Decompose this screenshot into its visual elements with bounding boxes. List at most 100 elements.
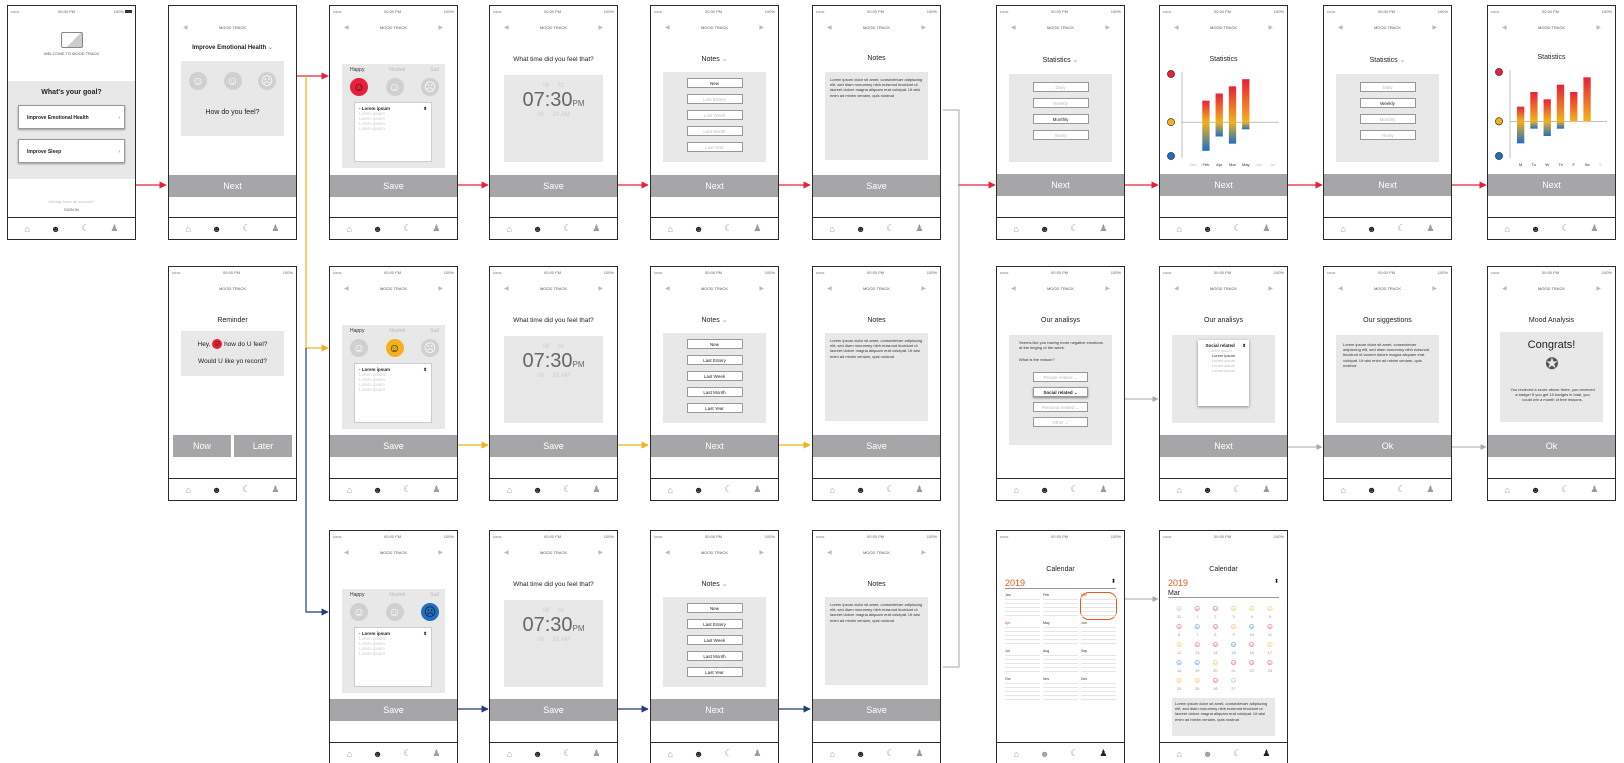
bar-positive[interactable] [1530, 92, 1538, 122]
smiley-icon[interactable]: ☻ [1203, 224, 1212, 234]
notes-last-week-button[interactable]: Last Week [686, 635, 743, 645]
calendar-day[interactable]: ☺ 20 [1206, 659, 1224, 675]
home-icon[interactable]: ⌂ [1504, 485, 1509, 495]
notes-new-button[interactable]: New [686, 78, 743, 88]
smiley-icon[interactable]: ☻ [373, 224, 382, 234]
moon-icon[interactable]: ☾ [242, 484, 250, 495]
bar-positive[interactable] [1228, 86, 1237, 123]
notes-dropdown[interactable]: Notes ⌄ [651, 580, 778, 588]
home-icon[interactable]: ⌂ [1176, 485, 1181, 495]
calendar-day[interactable]: ☺ 24 [1170, 677, 1188, 693]
moon-icon[interactable]: ☾ [563, 223, 571, 234]
smiley-icon[interactable]: ☻ [1367, 224, 1376, 234]
month-feb[interactable]: Feb [1043, 593, 1078, 619]
user-icon[interactable]: ♟ [1262, 748, 1270, 759]
smiley-icon[interactable]: ☻ [212, 485, 221, 495]
home-icon[interactable]: ⌂ [1013, 224, 1018, 234]
home-icon[interactable]: ⌂ [829, 224, 834, 234]
smiley-icon[interactable]: ☻ [694, 224, 703, 234]
bar-negative[interactable] [1530, 121, 1538, 129]
smiley-icon[interactable]: ☻ [1367, 485, 1376, 495]
moon-icon[interactable]: ☾ [724, 223, 732, 234]
save-button[interactable]: Save [490, 699, 617, 721]
smiley-icon[interactable]: ☻ [856, 224, 865, 234]
notes-last-entry-button[interactable]: Last Entery [686, 94, 743, 104]
moon-icon[interactable]: ☾ [403, 484, 411, 495]
stats-monthly-button[interactable]: Monthly [1359, 114, 1416, 124]
smiley-icon[interactable]: ☻ [694, 749, 703, 759]
user-icon[interactable]: ♟ [592, 484, 600, 495]
next-button[interactable]: Next [651, 175, 778, 197]
reason-people-option[interactable]: People related ⌄ [1033, 372, 1088, 382]
sad-face-icon[interactable]: ☹ [421, 339, 439, 357]
moon-icon[interactable]: ☾ [1233, 748, 1241, 759]
moon-icon[interactable]: ☾ [1561, 223, 1569, 234]
smiley-icon[interactable]: ☻ [212, 224, 221, 234]
moon-icon[interactable]: ☾ [1070, 748, 1078, 759]
calendar-day[interactable]: ☺ 12 [1170, 641, 1188, 657]
year-selector[interactable]: 2019 ⬍ [1168, 578, 1279, 588]
home-icon[interactable]: ⌂ [185, 224, 190, 234]
notes-last-month-button[interactable]: Last Month [686, 387, 743, 397]
save-button[interactable]: Save [490, 175, 617, 197]
calendar-day[interactable]: ☺ 14 [1206, 641, 1224, 657]
neutral-face-icon[interactable]: ☺ [385, 339, 404, 357]
calendar-day[interactable]: ☺ 31 [1170, 605, 1188, 621]
month-aug[interactable]: Aug [1043, 649, 1078, 675]
goal-dropdown[interactable]: Improve Emotional Health ⌄ [169, 44, 296, 51]
notes-dropdown[interactable]: Notes ⌄ [651, 55, 778, 63]
bar-positive[interactable] [1215, 93, 1223, 123]
home-icon[interactable]: ⌂ [346, 485, 351, 495]
save-button[interactable]: Save [330, 699, 457, 721]
next-button[interactable]: Next [1160, 174, 1287, 196]
home-icon[interactable]: ⌂ [1504, 224, 1509, 234]
smiley-icon[interactable]: ☻ [533, 749, 542, 759]
user-icon[interactable]: ♟ [753, 484, 761, 495]
reason-social-option[interactable]: Social related ⌄ [1033, 387, 1088, 397]
user-icon[interactable]: ♟ [753, 223, 761, 234]
moon-icon[interactable]: ☾ [886, 484, 894, 495]
goal-emotional-button[interactable]: Improve Emotional Health › [18, 105, 125, 129]
calendar-day[interactable]: ☺ 6 [1170, 623, 1188, 639]
calendar-day[interactable]: ☺ 1 [1188, 605, 1206, 621]
moon-icon[interactable]: ☾ [886, 223, 894, 234]
moon-icon[interactable]: ☾ [403, 748, 411, 759]
notes-new-button[interactable]: New [686, 603, 743, 613]
smiley-icon[interactable]: ☻ [51, 224, 60, 234]
user-icon[interactable]: ♟ [1099, 484, 1107, 495]
goal-sleep-button[interactable]: Improve Sleep › [18, 139, 125, 163]
user-icon[interactable]: ♟ [915, 484, 923, 495]
calendar-day[interactable]: ☺ 3 [1224, 605, 1242, 621]
notes-last-entry-button[interactable]: Last Entery [686, 355, 743, 365]
notes-last-year-button[interactable]: Last Year [686, 667, 743, 677]
moon-icon[interactable]: ☾ [1233, 484, 1241, 495]
bar-negative[interactable] [1202, 122, 1210, 151]
next-button[interactable]: Next [1324, 174, 1451, 196]
smiley-icon[interactable]: ☻ [1040, 224, 1049, 234]
calendar-day[interactable]: ☺ 9 [1224, 623, 1242, 639]
moon-icon[interactable]: ☾ [1070, 484, 1078, 495]
user-icon[interactable]: ♟ [1426, 484, 1434, 495]
happy-face-icon[interactable]: ☺ [350, 339, 368, 357]
notes-text[interactable]: Lorem ipsum dolor sit amet, consectetuer… [825, 72, 928, 160]
calendar-day[interactable]: ☺ 21 [1224, 659, 1242, 675]
smiley-icon[interactable]: ☻ [1531, 485, 1540, 495]
home-icon[interactable]: ⌂ [185, 485, 190, 495]
user-icon[interactable]: ♟ [271, 484, 279, 495]
notes-last-week-button[interactable]: Last Week [686, 110, 743, 120]
bar-positive[interactable] [1556, 84, 1565, 122]
home-icon[interactable]: ⌂ [667, 224, 672, 234]
moon-icon[interactable]: ☾ [81, 223, 89, 234]
user-icon[interactable]: ♟ [592, 748, 600, 759]
social-picker[interactable]: Social related ⬍ Lorem ipsum Lorem ipsum… [1198, 340, 1249, 406]
user-icon[interactable]: ♟ [915, 223, 923, 234]
user-icon[interactable]: ♟ [432, 748, 440, 759]
home-icon[interactable]: ⌂ [1340, 485, 1345, 495]
bar-positive[interactable] [1583, 77, 1591, 122]
user-icon[interactable]: ♟ [271, 223, 279, 234]
notes-last-month-button[interactable]: Last Month [686, 651, 743, 661]
time-picker[interactable]: 08 31 07:30PM 06 29 AM [504, 75, 603, 162]
bar-positive[interactable] [1242, 79, 1250, 123]
notes-last-week-button[interactable]: Last Week [686, 371, 743, 381]
smiley-icon[interactable]: ☻ [1531, 224, 1540, 234]
